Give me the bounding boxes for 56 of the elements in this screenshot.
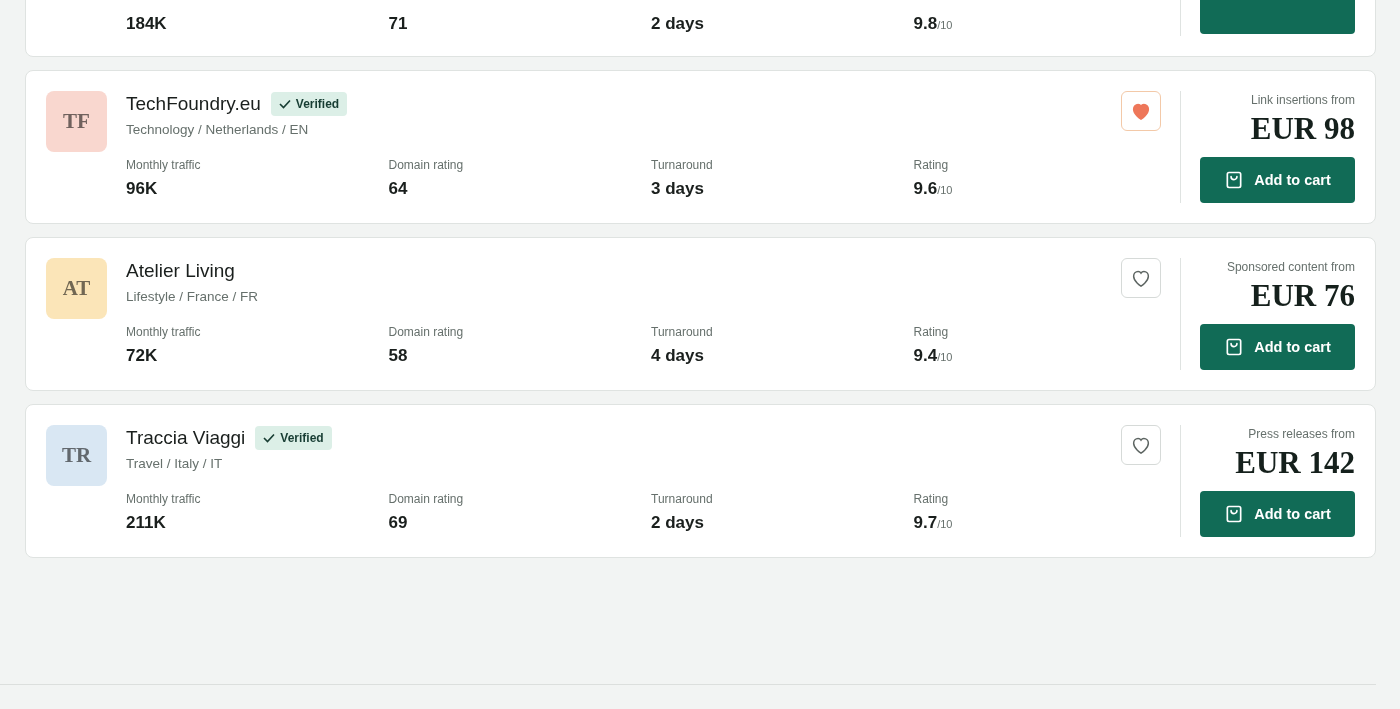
site-name: Traccia Viaggi — [126, 427, 246, 449]
stat-label: Monthly traffic — [126, 492, 201, 506]
stat-label: Domain rating — [388, 325, 464, 339]
stat-label: Rating — [913, 158, 949, 172]
add-to-cart-button[interactable]: Add to cart — [1200, 157, 1355, 203]
stat-label: Turnaround — [651, 325, 713, 339]
price-label: Sponsored content from — [1226, 260, 1355, 274]
stat-value: 72K — [126, 345, 158, 367]
stat-value: 211K — [126, 512, 166, 534]
site-logo: TR — [46, 425, 107, 486]
check-icon — [278, 99, 291, 109]
stat-value: 64 — [388, 178, 408, 200]
favorite-button[interactable] — [1121, 425, 1161, 465]
shopping-bag-icon — [1224, 337, 1245, 357]
check-icon — [263, 433, 276, 443]
site-logo: AT — [46, 258, 107, 319]
stat-value: 2 days — [651, 13, 704, 35]
stat-value: 9.4/10 — [913, 345, 953, 367]
add-to-cart-button[interactable]: Add to cart — [1200, 491, 1355, 537]
verified-badge: Verified — [255, 426, 332, 450]
stat-value: 9.6/10 — [913, 178, 953, 200]
favorite-button[interactable] — [1121, 91, 1161, 131]
stat-value: 184K — [126, 13, 167, 35]
price: EUR 142 — [1235, 445, 1355, 481]
stat-label: Domain rating — [388, 492, 464, 506]
verified-badge: Verified — [270, 92, 348, 116]
stat-label: Rating — [913, 492, 949, 506]
stat-label: Rating — [913, 325, 949, 339]
stat-value: 96K — [126, 178, 158, 200]
stat-value: 2 days — [651, 512, 704, 534]
price: EUR 76 — [1250, 278, 1355, 314]
price-label: Press releases from — [1248, 427, 1355, 441]
price: EUR 98 — [1250, 111, 1355, 147]
stat-value: 69 — [388, 512, 408, 534]
site-category: Travel / Italy / IT — [126, 456, 223, 471]
price-label: Link insertions from — [1250, 93, 1355, 107]
site-category: Technology / Netherlands / EN — [126, 122, 309, 137]
stat-label: Monthly traffic — [126, 325, 201, 339]
site-logo: TF — [46, 91, 107, 152]
shopping-bag-icon — [1224, 504, 1245, 524]
stat-value: 71 — [388, 13, 408, 35]
stat-value: 9.7/10 — [913, 512, 953, 534]
stat-value: 4 days — [651, 345, 704, 367]
favorite-button[interactable] — [1121, 258, 1161, 298]
stat-label: Domain rating — [388, 158, 464, 172]
stat-value: 3 days — [651, 178, 704, 200]
stat-value: 58 — [388, 345, 408, 367]
stat-label: Monthly traffic — [126, 158, 201, 172]
add-to-cart-button[interactable]: Add to cart — [1200, 324, 1355, 370]
stat-label: Turnaround — [651, 158, 713, 172]
stat-label: Turnaround — [651, 492, 713, 506]
shopping-bag-icon — [1224, 170, 1245, 190]
site-category: Lifestyle / France / FR — [126, 289, 259, 304]
stat-value: 9.8/10 — [913, 13, 953, 35]
site-name: Atelier Living — [126, 260, 235, 282]
site-name: TechFoundry.eu — [126, 93, 261, 115]
